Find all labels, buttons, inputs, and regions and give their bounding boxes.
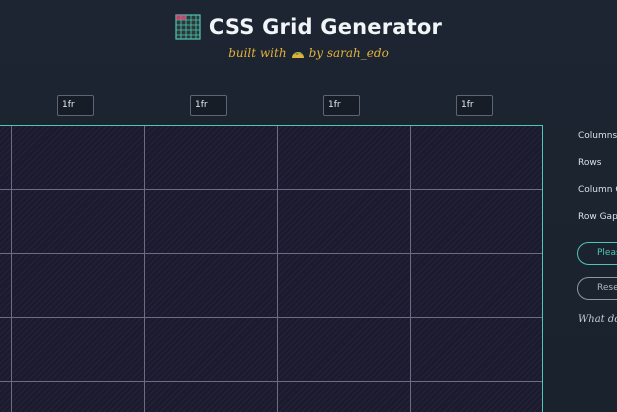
title-row: CSS Grid Generator: [0, 14, 617, 40]
row-gap-label: Row Gap (: [578, 212, 617, 222]
grid-line-horizontal: [0, 317, 542, 318]
grid-line-vertical: [11, 126, 12, 412]
grid-line-vertical: [277, 126, 278, 412]
columns-label: Columns: [578, 131, 617, 141]
page: CSS Grid Generator built with by sarah_e…: [0, 0, 617, 412]
grid-line-vertical: [410, 126, 411, 412]
column-1-input[interactable]: 1fr: [57, 95, 94, 116]
subtitle-prefix: built with: [228, 46, 287, 60]
column-4-input[interactable]: 1fr: [456, 95, 493, 116]
grid-line-vertical: [144, 126, 145, 412]
rows-label: Rows: [578, 158, 602, 168]
grid-canvas[interactable]: [0, 125, 543, 412]
help-link[interactable]: What do: [578, 314, 617, 325]
header: CSS Grid Generator built with by sarah_e…: [0, 14, 617, 60]
grid-line-horizontal: [0, 253, 542, 254]
grid-logo-icon: [175, 14, 201, 40]
please-button[interactable]: Please: [577, 242, 617, 265]
taco-icon: [291, 51, 304, 58]
subtitle: built with by sarah_edo: [0, 46, 617, 60]
grid-line-horizontal: [0, 381, 542, 382]
column-2-input[interactable]: 1fr: [190, 95, 227, 116]
column-3-input[interactable]: 1fr: [323, 95, 360, 116]
column-gap-label: Column G: [578, 185, 617, 195]
reset-button[interactable]: Rese: [577, 277, 617, 300]
page-title: CSS Grid Generator: [208, 15, 443, 39]
grid-line-horizontal: [0, 189, 542, 190]
subtitle-author: by sarah_edo: [308, 46, 389, 60]
